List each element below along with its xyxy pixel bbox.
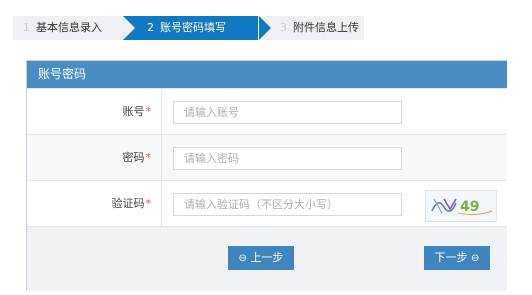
password-input[interactable] — [173, 147, 402, 170]
captcha-graphic-icon: 49 — [431, 198, 493, 216]
next-step-label: 下一步 — [434, 251, 468, 264]
captcha-label: 验证码* — [27, 181, 162, 227]
step-number: 1 — [23, 21, 30, 34]
arrow-left-circle-icon: ⊖ — [238, 253, 247, 264]
captcha-input[interactable] — [173, 193, 402, 216]
form-row-captcha: 验证码* 49 — [27, 180, 507, 227]
prev-step-button[interactable]: ⊖ 上一步 — [228, 246, 294, 270]
required-marker: * — [145, 105, 152, 118]
account-label-text: 账号 — [122, 105, 145, 118]
step-label: 附件信息上传 — [293, 21, 359, 34]
account-label: 账号* — [27, 89, 162, 135]
prev-step-label: 上一步 — [250, 251, 284, 264]
required-marker: * — [145, 197, 152, 210]
step-attachment-upload[interactable]: 3 附件信息上传 — [258, 16, 364, 40]
step-progress-bar: 1 基本信息录入 2 账号密码填写 3 附件信息上传 — [13, 16, 413, 40]
captcha-label-text: 验证码 — [111, 197, 145, 210]
password-label: 密码* — [27, 135, 162, 181]
captcha-image[interactable]: 49 — [425, 190, 497, 222]
account-password-panel: 账号密码 账号* 密码* 验证码* 49 ⊖ 上一步 下一步 ⊖ — [26, 60, 507, 291]
step-number: 2 — [147, 21, 154, 34]
step-number: 3 — [280, 21, 287, 34]
next-step-button[interactable]: 下一步 ⊖ — [424, 246, 490, 270]
panel-title: 账号密码 — [27, 61, 507, 88]
password-label-text: 密码 — [122, 151, 145, 164]
step-arrow-icon — [123, 16, 135, 40]
form-row-account: 账号* — [27, 88, 507, 135]
step-basic-info[interactable]: 1 基本信息录入 — [13, 16, 123, 40]
form-footer: ⊖ 上一步 下一步 ⊖ — [27, 226, 507, 291]
form-row-password: 密码* — [27, 134, 507, 181]
account-input[interactable] — [173, 101, 402, 124]
step-arrow-icon — [259, 16, 271, 40]
required-marker: * — [145, 151, 152, 164]
captcha-text: 49 — [460, 199, 479, 215]
step-account-password[interactable]: 2 账号密码填写 — [123, 16, 259, 40]
arrow-right-circle-icon: ⊖ — [471, 253, 480, 264]
step-label: 账号密码填写 — [160, 21, 226, 34]
step-label: 基本信息录入 — [36, 21, 102, 34]
